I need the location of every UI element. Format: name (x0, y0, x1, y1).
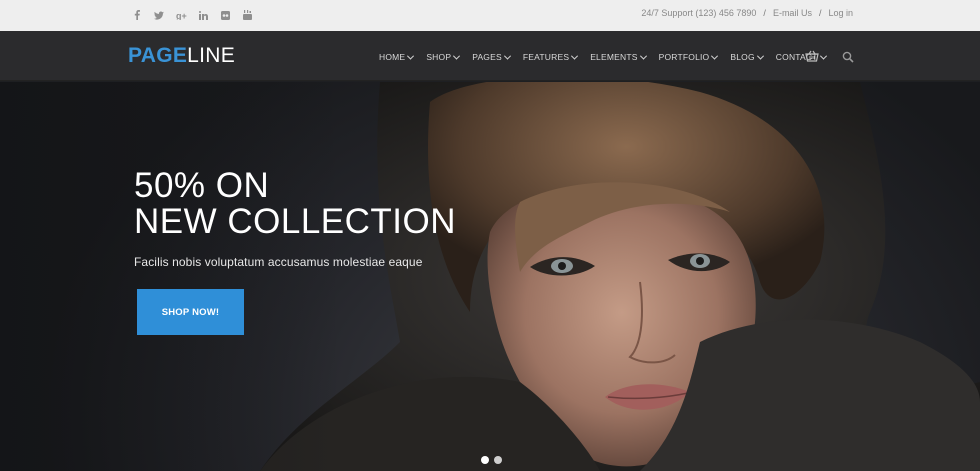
google-plus-icon[interactable]: g+ (170, 7, 192, 23)
hero-subtext: Facilis nobis voluptatum accusamus moles… (134, 255, 423, 269)
top-links: 24/7 Support (123) 456 7890 / E-mail Us … (641, 8, 853, 18)
shop-now-button[interactable]: SHOP NOW! (137, 289, 244, 335)
support-phone: 24/7 Support (123) 456 7890 (641, 8, 757, 18)
logo-part-line: LINE (187, 44, 236, 67)
login-link[interactable]: Log in (828, 8, 853, 18)
logo-part-page: PAGE (128, 44, 188, 67)
email-us-link[interactable]: E-mail Us (773, 8, 812, 18)
svg-text:g+: g+ (176, 11, 187, 20)
menu-item-shop[interactable]: SHOP (426, 52, 461, 62)
top-bar: g+ 24/7 Support (123) 456 7890 / E-mail … (0, 0, 980, 31)
chevron-down-icon (756, 52, 764, 60)
chevron-down-icon (503, 52, 511, 60)
menu-label: ELEMENTS (590, 52, 638, 62)
flickr-icon[interactable] (214, 7, 236, 23)
chevron-down-icon (571, 52, 579, 60)
search-icon[interactable] (842, 51, 854, 63)
hero-text-block: 50% ON NEW COLLECTION Facilis nobis volu… (134, 168, 456, 270)
menu-label: SHOP (426, 52, 452, 62)
chevron-down-icon (407, 52, 415, 60)
menu-item-features[interactable]: FEATURES (522, 52, 579, 62)
menu-item-pages[interactable]: PAGES (472, 52, 511, 62)
chevron-down-icon (453, 52, 461, 60)
menu-item-portfolio[interactable]: PORTFOLIO (658, 52, 719, 62)
menu-label: BLOG (730, 52, 755, 62)
twitter-icon[interactable] (148, 7, 170, 23)
menu-label: PAGES (472, 52, 502, 62)
menu-label: PORTFOLIO (658, 52, 710, 62)
main-navbar: PAGELINE HOME SHOP PAGES FEATURES ELEMEN… (0, 31, 980, 81)
social-links: g+ (126, 7, 258, 23)
facebook-icon[interactable] (126, 7, 148, 23)
cart-icon[interactable] (805, 50, 819, 63)
menu-label: FEATURES (522, 52, 570, 62)
slider-dot-1[interactable] (481, 456, 489, 464)
site-logo[interactable]: PAGELINE (128, 45, 235, 67)
hero-slider: 50% ON NEW COLLECTION Facilis nobis volu… (0, 82, 980, 471)
menu-label: HOME (379, 52, 406, 62)
menu-item-blog[interactable]: BLOG (730, 52, 764, 62)
menu-item-home[interactable]: HOME (379, 52, 415, 62)
hero-headline: 50% ON NEW COLLECTION (134, 168, 456, 240)
chevron-down-icon (819, 52, 827, 60)
separator: / (763, 8, 766, 18)
youtube-icon[interactable] (236, 7, 258, 23)
hero-portrait-image (0, 82, 980, 471)
slider-dot-2[interactable] (494, 456, 502, 464)
main-menu: HOME SHOP PAGES FEATURES ELEMENTS PORTFO… (379, 52, 839, 62)
hero-headline-line2: NEW COLLECTION (134, 202, 457, 241)
hero-headline-line1: 50% ON (134, 166, 270, 205)
menu-item-elements[interactable]: ELEMENTS (590, 52, 647, 62)
linkedin-icon[interactable] (192, 7, 214, 23)
slider-dots (481, 456, 502, 464)
chevron-down-icon (711, 52, 719, 60)
separator: / (818, 8, 822, 18)
chevron-down-icon (639, 52, 647, 60)
